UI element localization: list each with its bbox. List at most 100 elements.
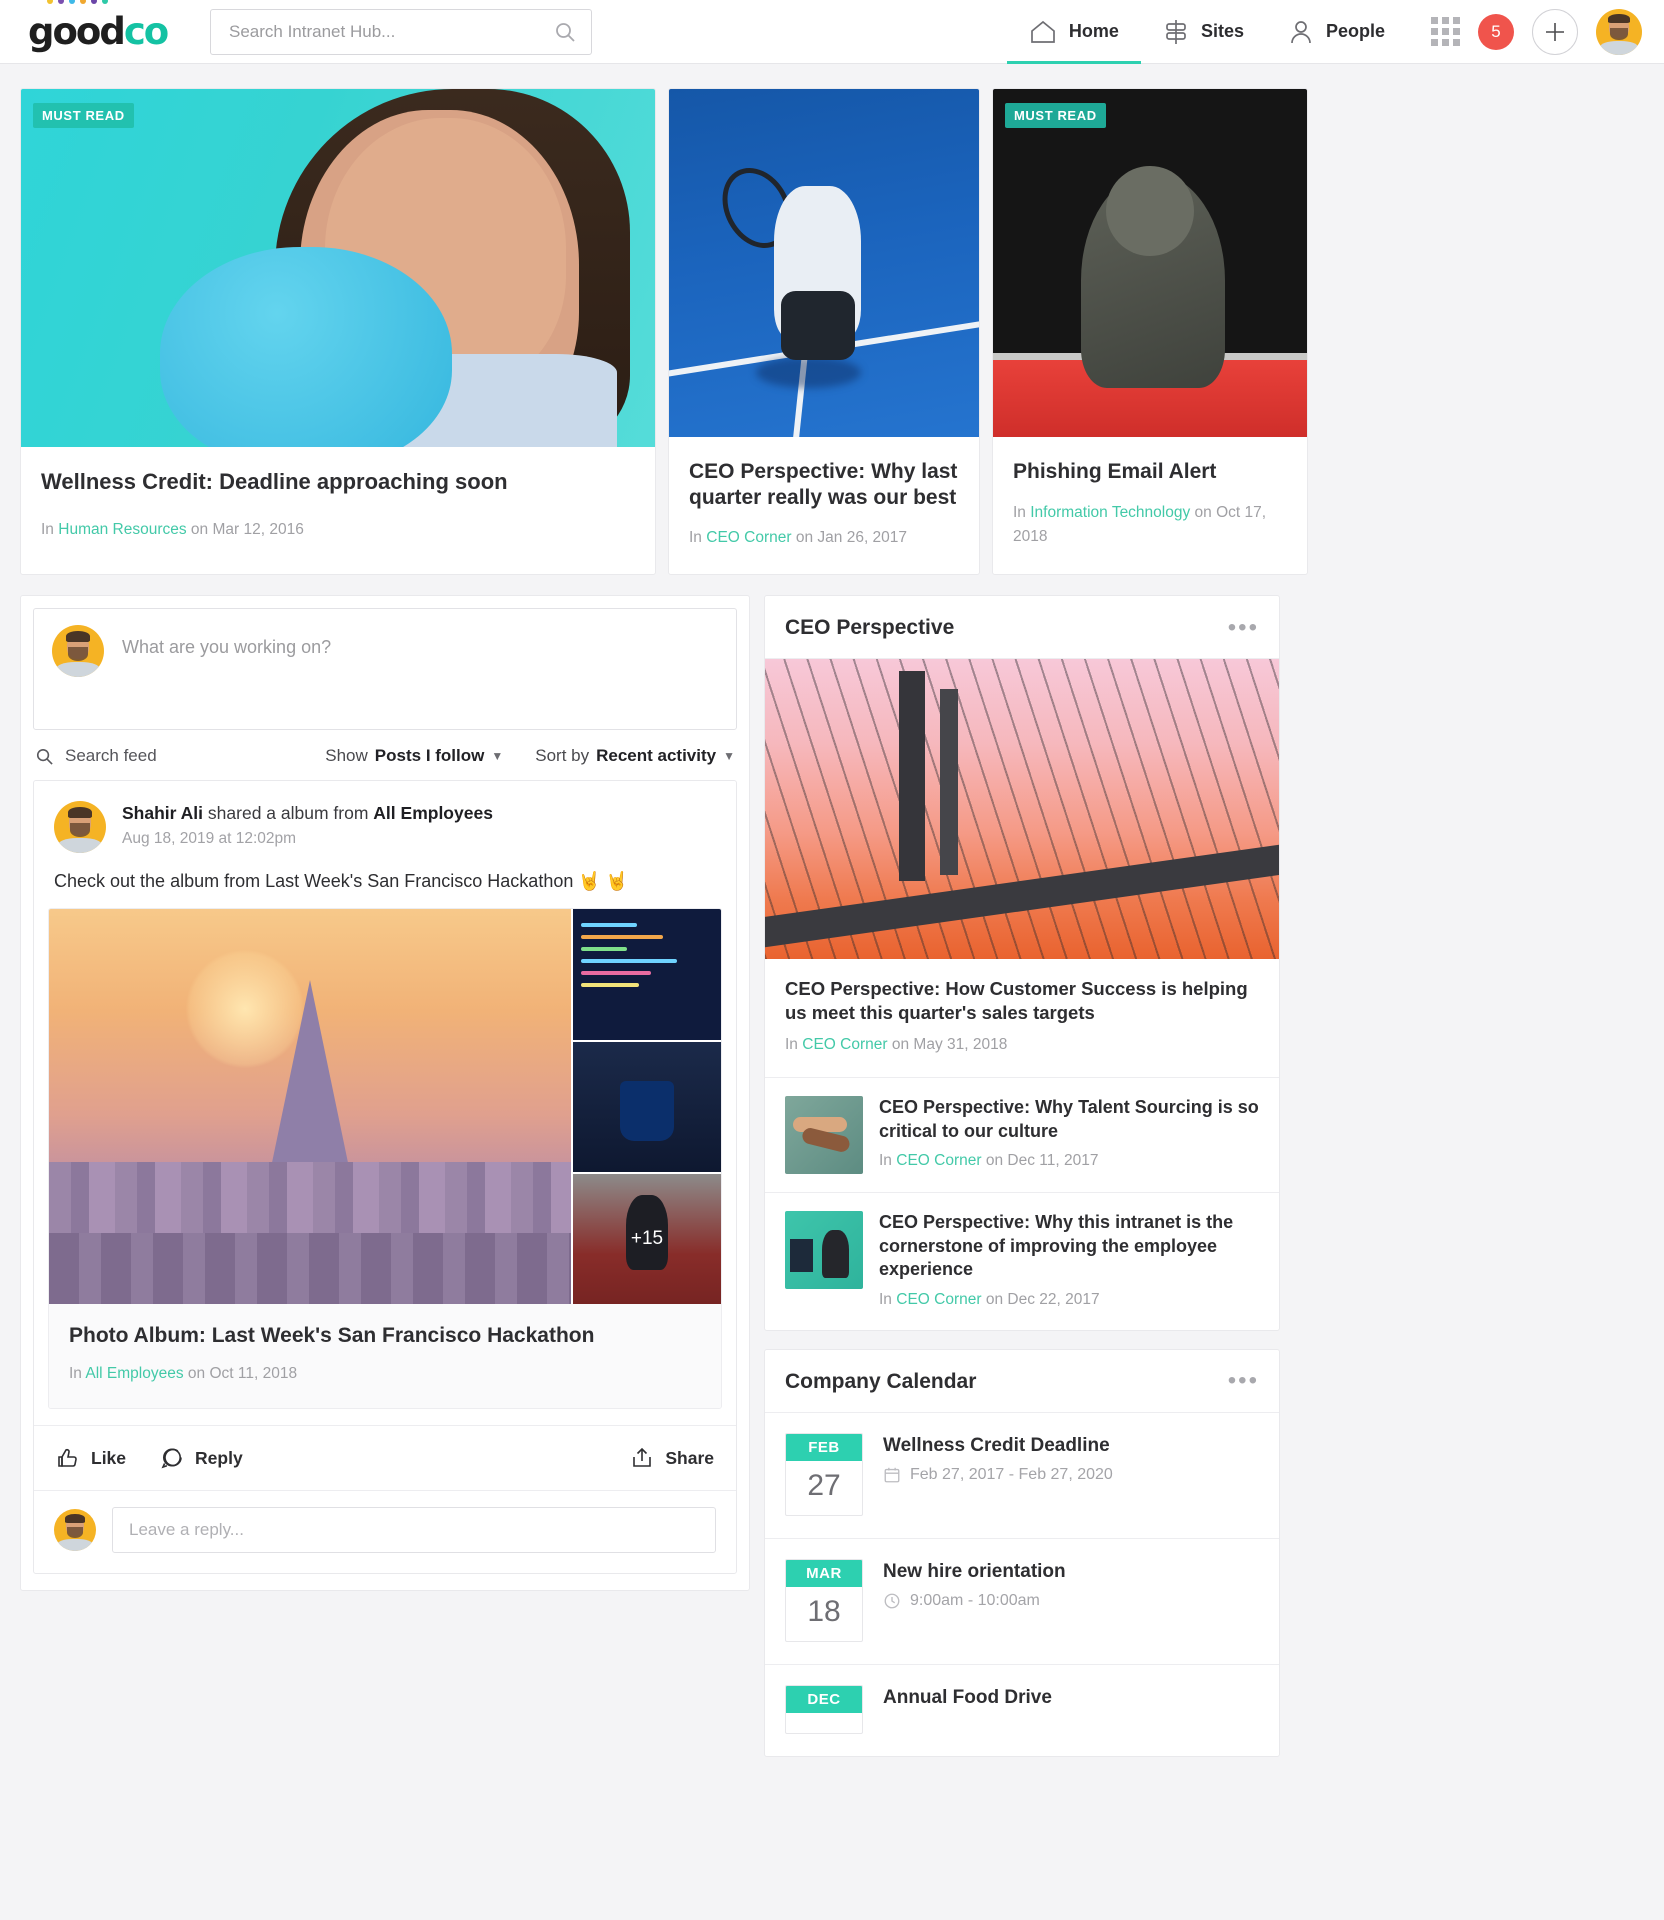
post-author-name[interactable]: Shahir Ali [122, 803, 203, 823]
chevron-down-icon: ▼ [491, 749, 504, 764]
sort-filter[interactable]: Sort by Recent activity ▼ [535, 746, 735, 766]
create-button[interactable] [1532, 8, 1578, 55]
sidebar-column: CEO Perspective ••• CEO Perspective: How… [764, 595, 1280, 1774]
post-body-text: Check out the album from Last Week's San… [54, 871, 629, 892]
hooded-person-photo [993, 89, 1307, 437]
featured-card-1[interactable]: MUST READ Wellness Credit: Deadline appr… [20, 88, 656, 576]
album-caption: Photo Album: Last Week's San Francisco H… [49, 1304, 721, 1409]
calendar-event[interactable]: DEC Annual Food Drive [765, 1665, 1279, 1756]
chevron-down-icon: ▼ [723, 749, 735, 764]
reply-input[interactable] [112, 1507, 716, 1554]
show-filter-label: Show [325, 746, 368, 766]
post-group-name[interactable]: All Employees [373, 803, 493, 823]
main-columns: Search feed Show Posts I follow ▼ Sort b… [20, 595, 1644, 1774]
page-content: MUST READ Wellness Credit: Deadline appr… [0, 64, 1664, 1775]
bridge-hero-photo[interactable] [765, 659, 1279, 960]
event-date-chip: DEC [785, 1684, 863, 1734]
event-title: Annual Food Drive [883, 1686, 1052, 1708]
sort-filter-value: Recent activity [596, 746, 717, 766]
meta-mid: on [795, 529, 814, 547]
calendar-widget-header: Company Calendar ••• [765, 1350, 1279, 1413]
show-filter[interactable]: Show Posts I follow ▼ [325, 746, 503, 766]
like-button[interactable]: Like [56, 1446, 126, 1470]
search-input[interactable] [229, 21, 553, 42]
grid-apps-icon[interactable] [1431, 17, 1460, 46]
album-more-count[interactable]: +15 [573, 1173, 721, 1305]
album-photo-thumb-3[interactable]: +15 [573, 1173, 721, 1305]
featured-card-1-meta: In Human Resources on Mar 12, 2016 [41, 518, 635, 542]
calendar-event[interactable]: FEB 27 Wellness Credit Deadline Feb 27, … [765, 1413, 1279, 1539]
ceo-feature-article[interactable]: CEO Perspective: How Customer Success is… [765, 959, 1279, 1079]
event-date-chip: MAR 18 [785, 1558, 863, 1642]
album-photo-grid: +15 [49, 909, 721, 1305]
nav-item-people-label: People [1325, 21, 1385, 41]
album-photo-thumb-2[interactable] [573, 1041, 721, 1172]
tennis-player-photo [669, 89, 979, 437]
event-day [786, 1713, 862, 1733]
featured-card-2-body: CEO Perspective: Why last quarter really… [669, 437, 979, 574]
event-day: 27 [807, 1468, 841, 1502]
meta-mid: on [985, 1290, 1004, 1308]
featured-card-1-media: MUST READ [21, 89, 655, 447]
calendar-event[interactable]: MAR 18 New hire orientation 9:00am - 10:… [765, 1539, 1279, 1665]
site-link[interactable]: CEO Corner [896, 1291, 981, 1308]
meta-prefix: In [69, 1365, 82, 1383]
calendar-icon [883, 1466, 901, 1484]
composer-input[interactable] [122, 637, 718, 659]
feed-search-label: Search feed [65, 746, 157, 766]
featured-card-2-title: CEO Perspective: Why last quarter really… [689, 460, 958, 509]
article-thumbnail [785, 1096, 863, 1175]
album-photo-thumb-1[interactable] [573, 909, 721, 1040]
event-detail-row: 9:00am - 10:00am [883, 1592, 1066, 1610]
avatar[interactable] [1596, 8, 1642, 55]
featured-card-3[interactable]: MUST READ Phishing Email Alert In Inform… [992, 88, 1308, 576]
feed-search-button[interactable]: Search feed [35, 746, 157, 766]
nav-item-people[interactable]: People [1266, 0, 1407, 64]
ceo-widget-title: CEO Perspective [785, 616, 955, 640]
featured-card-3-title: Phishing Email Alert [1013, 460, 1217, 483]
must-read-badge: MUST READ [1005, 103, 1106, 128]
post-author-block: Shahir Ali shared a album from All Emplo… [122, 801, 493, 847]
meta-date: Dec 22, 2017 [1007, 1290, 1100, 1308]
site-link[interactable]: Human Resources [58, 521, 186, 538]
album-photo-main[interactable] [49, 909, 571, 1305]
ceo-article-item[interactable]: CEO Perspective: Why Talent Sourcing is … [765, 1078, 1279, 1194]
nav-item-home-label: Home [1068, 21, 1119, 41]
featured-card-3-media: MUST READ [993, 89, 1307, 437]
nav-item-home[interactable]: Home [1006, 0, 1141, 64]
event-month: MAR [786, 1559, 862, 1587]
ceo-feature-meta: In CEO Corner on May 31, 2018 [785, 1033, 1259, 1057]
notification-badge[interactable]: 5 [1478, 13, 1514, 50]
reply-button[interactable]: Reply [160, 1446, 243, 1470]
more-options-icon[interactable]: ••• [1228, 615, 1259, 640]
brand-logo[interactable]: goodco [28, 0, 178, 53]
featured-articles: MUST READ Wellness Credit: Deadline appr… [20, 88, 1644, 576]
piggy-bank-photo [21, 89, 655, 447]
post-composer[interactable] [33, 608, 737, 731]
calendar-event-body: Annual Food Drive [883, 1685, 1052, 1718]
global-search[interactable] [210, 8, 592, 55]
logo-text-secondary: co [123, 10, 169, 53]
featured-card-2[interactable]: CEO Perspective: Why last quarter really… [668, 88, 980, 576]
event-title: Wellness Credit Deadline [883, 1434, 1110, 1456]
post-action-bar: Like Reply Share [34, 1425, 736, 1490]
nav-item-sites[interactable]: Sites [1141, 0, 1266, 64]
site-link[interactable]: All Employees [85, 1365, 183, 1382]
more-options-icon[interactable]: ••• [1228, 1368, 1259, 1393]
share-button[interactable]: Share [630, 1446, 714, 1470]
ceo-article-item[interactable]: CEO Perspective: Why this intranet is th… [765, 1193, 1279, 1329]
event-detail: Feb 27, 2017 - Feb 27, 2020 [910, 1465, 1113, 1483]
event-month: FEB [786, 1433, 862, 1461]
site-link[interactable]: CEO Corner [706, 529, 791, 546]
thumbs-up-icon [56, 1446, 80, 1470]
site-link[interactable]: Information Technology [1030, 504, 1190, 521]
header-actions: 5 [1431, 8, 1642, 55]
search-icon[interactable] [553, 20, 577, 44]
avatar[interactable] [54, 801, 106, 854]
san-francisco-skyline-photo [49, 909, 571, 1305]
woman-at-desk-photo [785, 1211, 863, 1290]
site-link[interactable]: CEO Corner [802, 1036, 887, 1053]
post-album[interactable]: +15 Photo Album: Last Week's San Francis… [48, 908, 722, 1410]
site-link[interactable]: CEO Corner [896, 1152, 981, 1169]
meta-prefix: In [689, 529, 702, 547]
